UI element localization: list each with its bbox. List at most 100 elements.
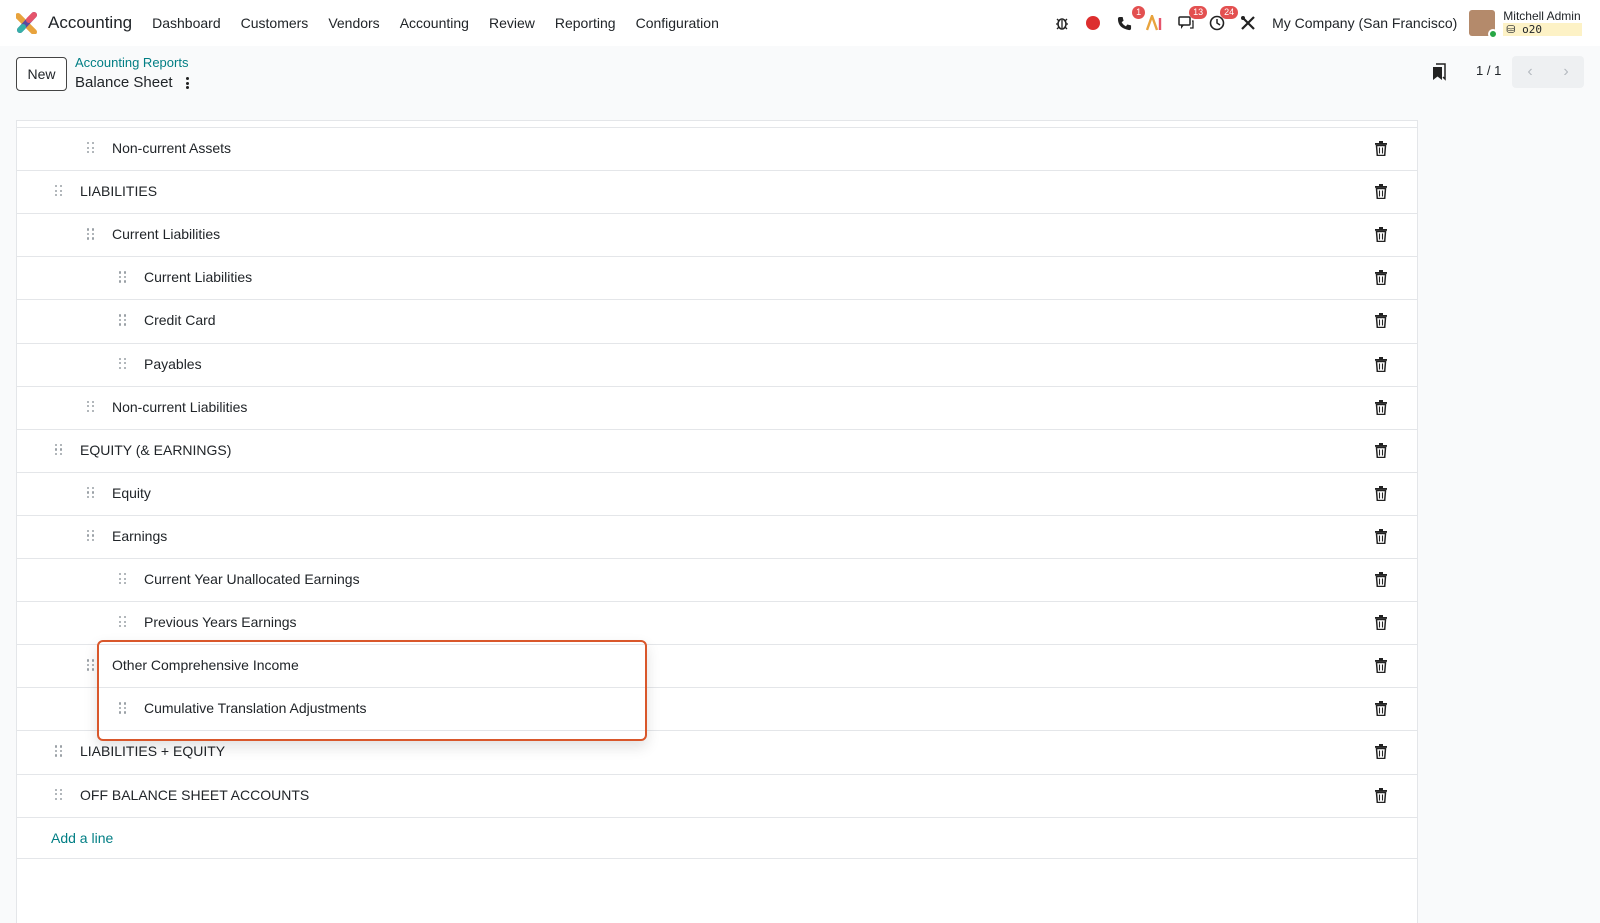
trash-icon[interactable] [1375, 528, 1387, 545]
drag-handle-icon[interactable] [119, 357, 127, 370]
database-name: ⛁ o20 [1503, 23, 1582, 36]
row-label[interactable]: EQUITY (& EARNINGS) [80, 442, 231, 458]
drag-handle-icon[interactable] [87, 529, 95, 542]
systray: 1 13 24 My Company (San Francisco) Mitch… [1051, 0, 1600, 46]
pager-nav: ‹ › [1512, 56, 1584, 88]
table-row[interactable]: Earnings [17, 514, 1417, 557]
menu-customers[interactable]: Customers [241, 15, 309, 31]
pager-previous-button[interactable]: ‹ [1512, 56, 1548, 88]
trash-icon[interactable] [1375, 227, 1387, 243]
row-label[interactable]: Current Year Unallocated Earnings [144, 571, 360, 587]
accounting-app-icon[interactable] [15, 12, 38, 35]
bookmark-icon[interactable] [1432, 63, 1446, 84]
menu-review[interactable]: Review [489, 15, 535, 31]
trash-icon[interactable] [1375, 270, 1387, 286]
row-label[interactable]: Current Liabilities [112, 226, 220, 242]
table-row[interactable]: Equity [17, 471, 1417, 514]
row-label[interactable]: Non-current Liabilities [112, 399, 247, 415]
drag-handle-icon[interactable] [119, 616, 127, 628]
user-name: Mitchell Admin [1503, 9, 1581, 23]
table-row[interactable]: EQUITY (& EARNINGS) [17, 428, 1417, 471]
trash-icon[interactable] [1375, 141, 1387, 157]
trash-icon[interactable] [1375, 658, 1387, 674]
row-label[interactable]: Current Liabilities [144, 269, 252, 285]
user-menu[interactable]: Mitchell Admin ⛁ o20 [1469, 10, 1582, 39]
drag-handle-icon[interactable] [87, 142, 95, 154]
drag-handle-icon[interactable] [55, 745, 63, 757]
activity-clock-icon[interactable]: 24 [1206, 6, 1239, 34]
messages-icon[interactable]: 13 [1175, 6, 1208, 34]
row-label[interactable]: Other Comprehensive Income [112, 657, 299, 673]
trash-icon[interactable] [1375, 442, 1387, 458]
record-icon[interactable] [1082, 12, 1104, 34]
trash-icon[interactable] [1375, 313, 1387, 329]
row-label[interactable]: Credit Card [144, 312, 216, 328]
row-label[interactable]: LIABILITIES [80, 183, 157, 199]
user-info: Mitchell Admin ⛁ o20 [1503, 10, 1582, 36]
drag-handle-icon[interactable] [119, 314, 127, 326]
trash-icon[interactable] [1375, 485, 1387, 502]
drag-handle-icon[interactable] [87, 228, 95, 240]
add-line-row: Add a line [17, 816, 1417, 859]
trash-icon[interactable] [1375, 184, 1387, 200]
table-row[interactable]: Current Liabilities [17, 256, 1417, 298]
menu-dashboard[interactable]: Dashboard [152, 15, 221, 31]
main-menu: Dashboard Customers Vendors Accounting R… [152, 15, 739, 31]
drag-handle-icon[interactable] [55, 443, 63, 456]
new-button[interactable]: New [16, 57, 67, 91]
row-label[interactable]: LIABILITIES + EQUITY [80, 743, 225, 759]
add-line-link[interactable]: Add a line [51, 830, 113, 846]
drag-handle-icon[interactable] [55, 185, 63, 197]
table-row[interactable]: Non-current Assets [17, 127, 1417, 169]
menu-vendors[interactable]: Vendors [328, 15, 379, 31]
table-row[interactable]: Non-current Liabilities [17, 385, 1417, 428]
drag-handle-icon[interactable] [119, 702, 127, 714]
table-row[interactable]: LIABILITIES + EQUITY [17, 730, 1417, 772]
drag-handle-icon[interactable] [87, 486, 95, 499]
row-label[interactable]: Payables [144, 356, 202, 372]
company-switcher[interactable]: My Company (San Francisco) [1272, 15, 1457, 31]
drag-handle-icon[interactable] [55, 788, 63, 801]
tools-icon[interactable] [1237, 12, 1259, 34]
drag-handle-icon[interactable] [87, 659, 95, 671]
trash-icon[interactable] [1375, 356, 1387, 372]
trash-icon[interactable] [1375, 572, 1387, 588]
activity-badge: 24 [1220, 6, 1239, 19]
trash-icon[interactable] [1375, 787, 1387, 803]
table-row[interactable]: OFF BALANCE SHEET ACCOUNTS [17, 773, 1417, 816]
pager-next-button[interactable]: › [1548, 56, 1584, 88]
trash-icon[interactable] [1375, 615, 1387, 631]
avatar[interactable] [1469, 10, 1499, 39]
debug-bug-icon[interactable] [1051, 12, 1073, 34]
table-row[interactable]: Other Comprehensive Income [17, 644, 1417, 686]
row-label[interactable]: Cumulative Translation Adjustments [144, 700, 367, 716]
ai-icon[interactable] [1144, 12, 1166, 34]
menu-reporting[interactable]: Reporting [555, 15, 616, 31]
table-row[interactable]: LIABILITIES [17, 170, 1417, 212]
breadcrumb[interactable]: Accounting Reports [75, 55, 188, 70]
trash-icon[interactable] [1375, 744, 1387, 760]
row-label[interactable]: Earnings [112, 528, 167, 544]
pager-value[interactable]: 1 / 1 [1476, 63, 1501, 78]
table-row[interactable]: Credit Card [17, 299, 1417, 341]
trash-icon[interactable] [1375, 701, 1387, 717]
drag-handle-icon[interactable] [119, 271, 127, 283]
table-row[interactable]: Current Liabilities [17, 213, 1417, 255]
online-status-dot [1488, 29, 1499, 39]
row-label[interactable]: Equity [112, 485, 151, 501]
row-label[interactable]: Non-current Assets [112, 140, 231, 156]
drag-handle-icon[interactable] [119, 573, 127, 585]
actions-menu-icon[interactable] [183, 75, 191, 91]
row-label[interactable]: Previous Years Earnings [144, 614, 297, 630]
menu-accounting[interactable]: Accounting [400, 15, 469, 31]
phone-icon[interactable]: 1 [1113, 6, 1146, 34]
drag-handle-icon[interactable] [87, 400, 95, 413]
row-label[interactable]: OFF BALANCE SHEET ACCOUNTS [80, 787, 309, 803]
table-row[interactable]: Cumulative Translation Adjustments [17, 687, 1417, 729]
table-row[interactable]: Current Year Unallocated Earnings [17, 558, 1417, 600]
table-row[interactable]: Payables [17, 342, 1417, 385]
trash-icon[interactable] [1375, 399, 1387, 415]
table-row[interactable]: Previous Years Earnings [17, 601, 1417, 643]
app-title[interactable]: Accounting [48, 13, 132, 33]
menu-configuration[interactable]: Configuration [636, 15, 719, 31]
